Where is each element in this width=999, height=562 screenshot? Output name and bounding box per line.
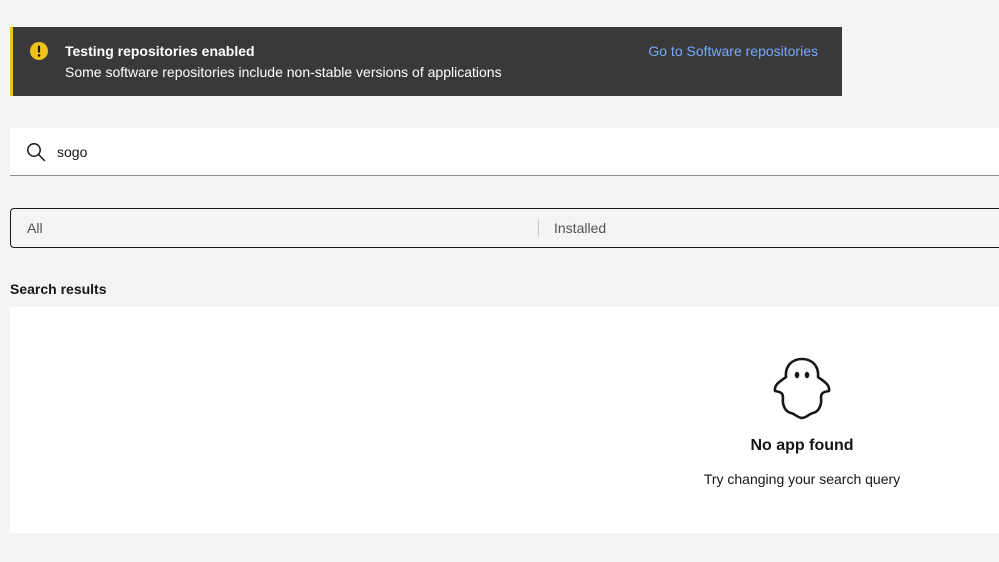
go-to-software-repositories-link[interactable]: Go to Software repositories <box>648 43 818 59</box>
testing-repositories-banner: Testing repositories enabled Some softwa… <box>10 27 842 96</box>
search-icon <box>26 142 46 162</box>
banner-subtitle: Some software repositories include non-s… <box>65 64 502 80</box>
search-bar <box>10 128 999 176</box>
tab-installed[interactable]: Installed <box>554 209 606 247</box>
search-results-heading: Search results <box>10 281 107 297</box>
banner-title: Testing repositories enabled <box>65 43 255 59</box>
tab-all[interactable]: All <box>27 209 43 247</box>
content-switcher: All Installed <box>10 208 999 248</box>
page: Testing repositories enabled Some softwa… <box>0 0 999 562</box>
warning-icon <box>30 42 48 60</box>
no-app-found-title: No app found <box>750 437 854 454</box>
search-results-panel: No app found Try changing your search qu… <box>10 307 999 533</box>
switcher-divider <box>538 220 539 236</box>
no-app-found-subtitle: Try changing your search query <box>703 471 901 487</box>
ghost-icon <box>771 356 833 420</box>
search-input[interactable] <box>57 140 957 164</box>
